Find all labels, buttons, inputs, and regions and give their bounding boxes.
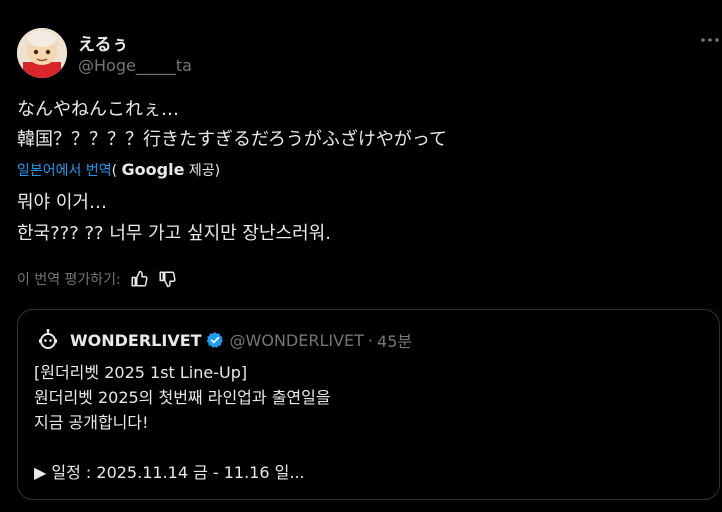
avatar[interactable] xyxy=(17,28,67,78)
verified-badge-icon xyxy=(206,332,223,348)
rate-translation-row: 이 번역 평가하기: xyxy=(17,268,177,290)
translate-provider: ( Google 제공) xyxy=(111,160,221,179)
quoted-author-name[interactable]: WONDERLIVET xyxy=(70,331,202,350)
quoted-tweet-card[interactable]: WONDERLIVET @WONDERLIVET · 45분 [원더리벳 202… xyxy=(17,309,720,500)
avatar-image xyxy=(17,28,67,78)
separator-dot: · xyxy=(367,330,374,350)
translate-source-link[interactable]: 일본어에서 번역 xyxy=(17,163,112,179)
quoted-text-line: 지금 공개합니다! xyxy=(34,413,149,432)
quoted-tweet-body: [원더리벳 2025 1st Line-Up] 원더리벳 2025의 첫번째 라… xyxy=(34,360,331,485)
translate-provider-suffix: 제공) xyxy=(184,163,221,179)
thumbs-down-icon xyxy=(159,271,176,288)
translation-attribution: 일본어에서 번역( Google 제공) xyxy=(17,160,220,181)
quoted-tweet-header: WONDERLIVET @WONDERLIVET · 45분 xyxy=(36,328,412,352)
tweet-text-line: なんやねんこれぇ… xyxy=(17,99,179,120)
quoted-text-blank-line xyxy=(34,435,331,460)
thumbs-down-button[interactable] xyxy=(157,269,177,289)
verified-badge xyxy=(206,331,224,349)
google-logo-text: Google xyxy=(121,160,185,179)
quoted-author-handle[interactable]: @WONDERLIVET xyxy=(230,331,364,350)
rate-translation-label: 이 번역 평가하기: xyxy=(17,272,121,288)
quoted-text-line: 원더리벳 2025의 첫번째 라인업과 출연일을 xyxy=(34,388,331,407)
thumbs-up-icon xyxy=(131,270,148,287)
tweet-text-line: 韓国？？？？？行きたすぎるだろうがふざけやがって xyxy=(17,129,448,150)
translated-text-line: 한국??? ?? 너무 가고 싶지만 장난스러워. xyxy=(17,223,331,244)
quoted-text-line: [원더리벳 2025 1st Line-Up] xyxy=(34,363,248,382)
author-handle[interactable]: @Hoge_____ta xyxy=(78,56,192,75)
robot-logo-icon xyxy=(39,329,57,349)
thumbs-up-button[interactable] xyxy=(129,269,149,289)
quoted-timestamp[interactable]: 45분 xyxy=(377,328,412,352)
more-options-button[interactable] xyxy=(698,28,722,52)
author-name[interactable]: えるぅ xyxy=(78,30,129,55)
quoted-avatar[interactable] xyxy=(36,328,60,352)
quoted-text-line: ▶ 일정 : 2025.11.14 금 - 11.16 일... xyxy=(34,463,305,482)
more-horizontal-icon xyxy=(701,38,719,42)
translated-text-line: 뭐야 이거… xyxy=(17,192,107,213)
translate-provider-prefix: ( xyxy=(111,163,122,179)
